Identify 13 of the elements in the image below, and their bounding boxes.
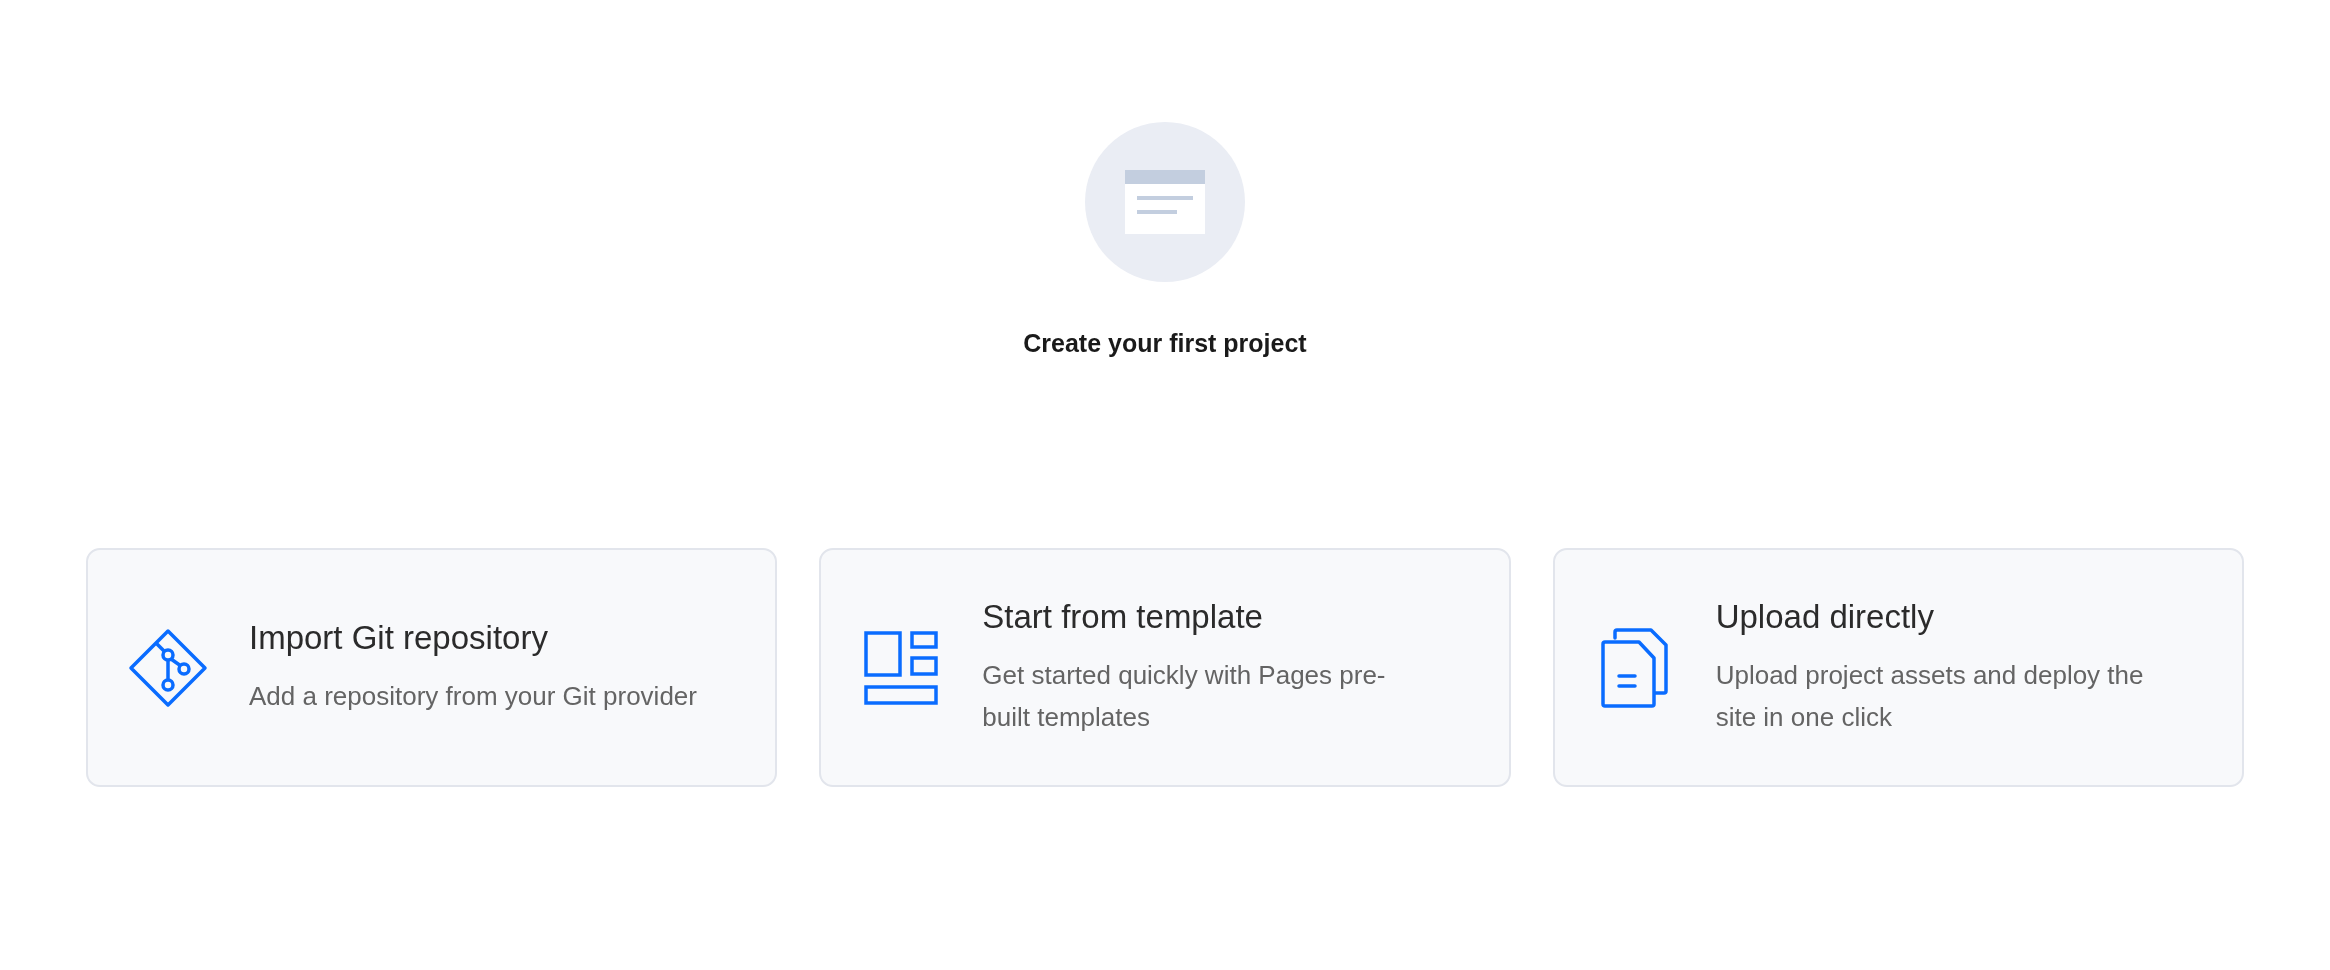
- option-description: Add a repository from your Git provider: [249, 679, 697, 713]
- option-title: Start from template: [982, 597, 1264, 636]
- option-title: Import Git repository: [249, 618, 549, 657]
- option-title: Upload directly: [1715, 597, 1935, 636]
- option-card[interactable]: Upload directly Upload project assets and deploy the site in one click: [1552, 548, 2244, 787]
- documents-icon: [1600, 627, 1669, 708]
- empty-state-title: Create your first project: [1023, 329, 1307, 358]
- option-description: Upload project assets and deploy the site in one click: [1715, 658, 2145, 734]
- option-description: Get started quickly with Pages pre-built templates: [982, 658, 1387, 734]
- option-card[interactable]: Import Git repository Add a repository from your Git provider: [86, 548, 778, 787]
- option-card[interactable]: Start from template Get started quickly with Pages pre-built templates: [819, 548, 1511, 787]
- layout-icon: [864, 630, 939, 705]
- git-branch-icon: [128, 627, 208, 708]
